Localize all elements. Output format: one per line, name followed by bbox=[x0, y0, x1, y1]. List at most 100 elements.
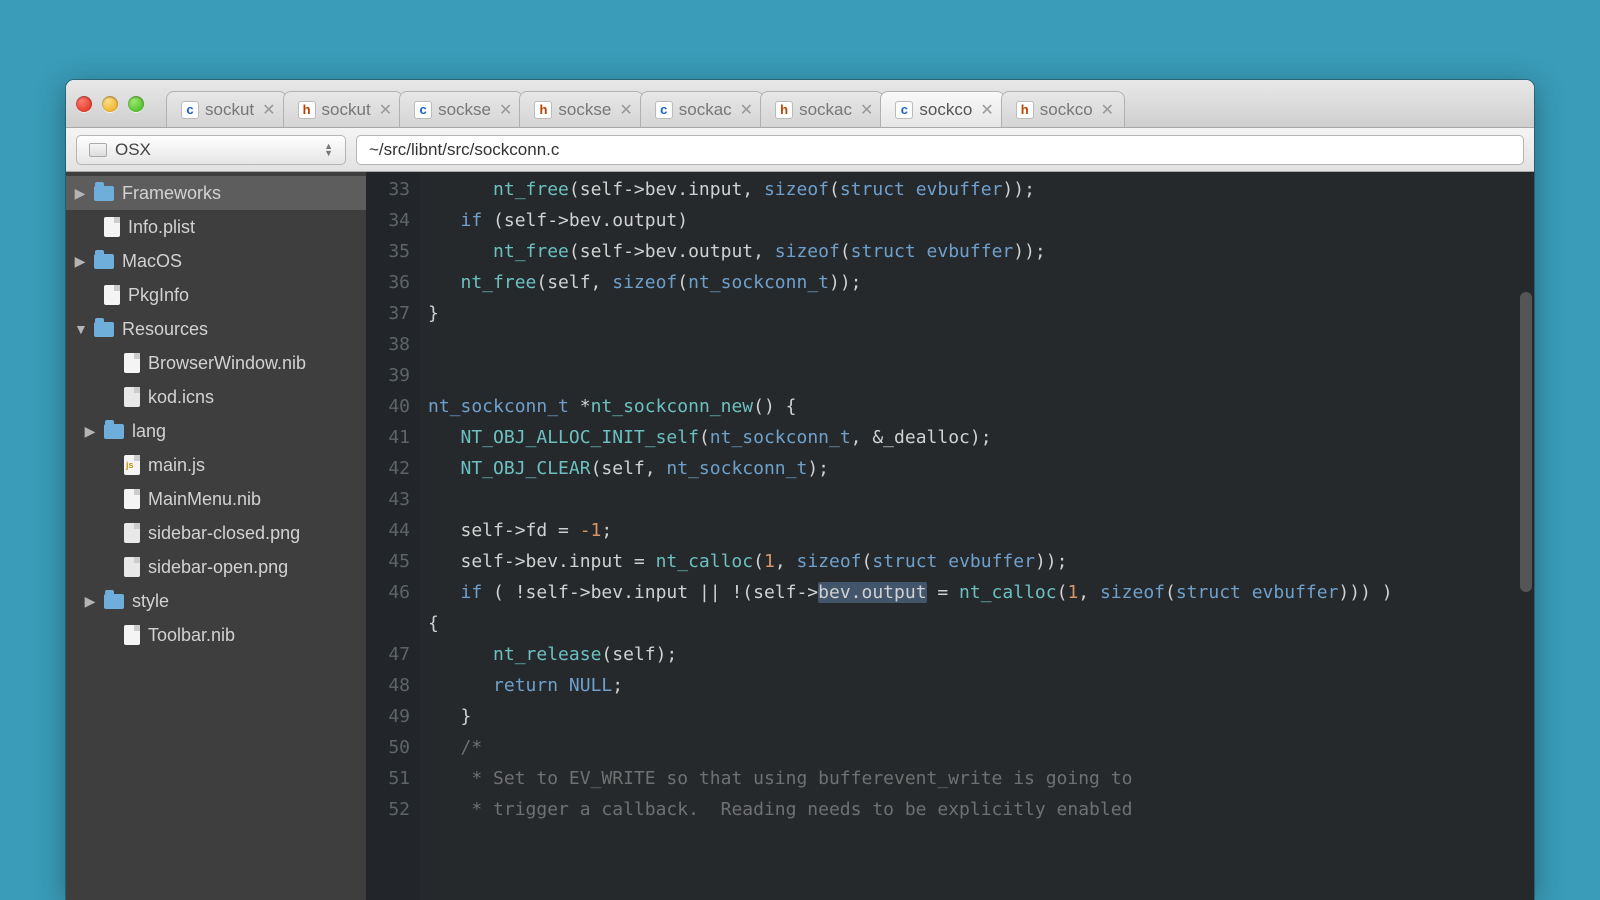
tab-close-icon[interactable]: ✕ bbox=[980, 100, 993, 120]
code-line[interactable]: { bbox=[428, 608, 1526, 639]
code-line[interactable]: /* bbox=[428, 732, 1526, 763]
tab-close-icon[interactable]: ✕ bbox=[499, 100, 512, 120]
scrollbar-track[interactable] bbox=[1520, 182, 1532, 890]
tree-label: MacOS bbox=[122, 251, 182, 272]
tab-sockco[interactable]: csockco✕ bbox=[880, 91, 1004, 127]
code-area[interactable]: nt_free(self->bev.input, sizeof(struct e… bbox=[420, 172, 1534, 900]
line-number: 44 bbox=[366, 515, 410, 546]
sidebar[interactable]: ▶Frameworks▶Info.plist▶MacOS▶PkgInfo▼Res… bbox=[66, 172, 366, 900]
code-line[interactable]: nt_free(self->bev.input, sizeof(struct e… bbox=[428, 174, 1526, 205]
tree-label: Toolbar.nib bbox=[148, 625, 235, 646]
c-file-icon: c bbox=[895, 101, 913, 119]
scrollbar-thumb[interactable] bbox=[1520, 292, 1532, 592]
line-number: 38 bbox=[366, 329, 410, 360]
tree-label: BrowserWindow.nib bbox=[148, 353, 306, 374]
code-line[interactable]: self->bev.input = nt_calloc(1, sizeof(st… bbox=[428, 546, 1526, 577]
code-line[interactable]: * trigger a callback. Reading needs to b… bbox=[428, 794, 1526, 825]
folder-icon bbox=[94, 254, 114, 269]
line-number: 42 bbox=[366, 453, 410, 484]
tree-row[interactable]: ▶main.js bbox=[66, 448, 366, 482]
editor[interactable]: 3334353637383940414243444546474849505152… bbox=[366, 172, 1534, 900]
tab-close-icon[interactable]: ✕ bbox=[740, 100, 753, 120]
code-line[interactable] bbox=[428, 360, 1526, 391]
tab-sockac[interactable]: csockac✕ bbox=[640, 91, 764, 127]
tree-row[interactable]: ▼ Resources bbox=[66, 312, 366, 346]
tab-label: sockut bbox=[205, 100, 254, 120]
code-line[interactable]: nt_free(self->bev.output, sizeof(struct … bbox=[428, 236, 1526, 267]
tree-label: MainMenu.nib bbox=[148, 489, 261, 510]
tab-sockse[interactable]: hsockse✕ bbox=[519, 91, 643, 127]
code-line[interactable]: * Set to EV_WRITE so that using bufferev… bbox=[428, 763, 1526, 794]
code-line[interactable] bbox=[428, 484, 1526, 515]
toolbar: OSX ▲▼ ~/src/libnt/src/sockconn.c bbox=[66, 128, 1534, 172]
line-number: 51 bbox=[366, 763, 410, 794]
scheme-selector[interactable]: OSX ▲▼ bbox=[76, 135, 346, 165]
code-line[interactable]: nt_free(self, sizeof(nt_sockconn_t)); bbox=[428, 267, 1526, 298]
tree-row[interactable]: ▶ MacOS bbox=[66, 244, 366, 278]
folder-icon bbox=[94, 186, 114, 201]
body: ▶Frameworks▶Info.plist▶MacOS▶PkgInfo▼Res… bbox=[66, 172, 1534, 900]
tree-label: Resources bbox=[122, 319, 208, 340]
code-line[interactable]: nt_sockconn_t *nt_sockconn_new() { bbox=[428, 391, 1526, 422]
image-file-icon bbox=[124, 387, 140, 407]
folder-icon bbox=[104, 594, 124, 609]
tab-sockac[interactable]: hsockac✕ bbox=[760, 91, 884, 127]
tree-row[interactable]: ▶BrowserWindow.nib bbox=[66, 346, 366, 380]
tree-row[interactable]: ▶ style bbox=[66, 584, 366, 618]
tree-row[interactable]: ▶MainMenu.nib bbox=[66, 482, 366, 516]
code-line[interactable]: return NULL; bbox=[428, 670, 1526, 701]
minimize-window-icon[interactable] bbox=[102, 96, 118, 112]
code-line[interactable]: NT_OBJ_CLEAR(self, nt_sockconn_t); bbox=[428, 453, 1526, 484]
line-number bbox=[366, 608, 410, 639]
code-line[interactable]: nt_release(self); bbox=[428, 639, 1526, 670]
line-number: 34 bbox=[366, 205, 410, 236]
disclosure-arrow-icon[interactable]: ▼ bbox=[74, 321, 86, 337]
tab-label: sockse bbox=[558, 100, 611, 120]
tab-sockco[interactable]: hsockco✕ bbox=[1001, 91, 1125, 127]
traffic-lights bbox=[76, 96, 144, 112]
path-field[interactable]: ~/src/libnt/src/sockconn.c bbox=[356, 135, 1524, 165]
tab-sockut[interactable]: csockut✕ bbox=[166, 91, 287, 127]
code-line[interactable]: if (self->bev.output) bbox=[428, 205, 1526, 236]
disclosure-arrow-icon[interactable]: ▶ bbox=[74, 185, 86, 202]
tree-label: style bbox=[132, 591, 169, 612]
tab-sockse[interactable]: csockse✕ bbox=[399, 91, 523, 127]
h-file-icon: h bbox=[298, 101, 316, 119]
disclosure-arrow-icon[interactable]: ▶ bbox=[84, 423, 96, 440]
tree-label: Info.plist bbox=[128, 217, 195, 238]
code-line[interactable]: self->fd = -1; bbox=[428, 515, 1526, 546]
zoom-window-icon[interactable] bbox=[128, 96, 144, 112]
code-line[interactable]: } bbox=[428, 701, 1526, 732]
tree-row[interactable]: ▶PkgInfo bbox=[66, 278, 366, 312]
disclosure-arrow-icon[interactable]: ▶ bbox=[74, 253, 86, 270]
tab-bar: csockut✕hsockut✕csockse✕hsockse✕csockac✕… bbox=[166, 80, 1524, 127]
code-line[interactable]: } bbox=[428, 298, 1526, 329]
tab-close-icon[interactable]: ✕ bbox=[262, 100, 275, 120]
tree-row[interactable]: ▶Toolbar.nib bbox=[66, 618, 366, 652]
code-line[interactable] bbox=[428, 329, 1526, 360]
tree-row[interactable]: ▶sidebar-closed.png bbox=[66, 516, 366, 550]
line-number: 43 bbox=[366, 484, 410, 515]
tree-row[interactable]: ▶kod.icns bbox=[66, 380, 366, 414]
tab-close-icon[interactable]: ✕ bbox=[619, 100, 632, 120]
line-number: 41 bbox=[366, 422, 410, 453]
tree-row[interactable]: ▶ lang bbox=[66, 414, 366, 448]
tree-row[interactable]: ▶sidebar-open.png bbox=[66, 550, 366, 584]
tree-row[interactable]: ▶Frameworks bbox=[66, 176, 366, 210]
line-number: 37 bbox=[366, 298, 410, 329]
close-window-icon[interactable] bbox=[76, 96, 92, 112]
code-line[interactable]: if ( !self->bev.input || !(self->bev.out… bbox=[428, 577, 1526, 608]
tree-label: lang bbox=[132, 421, 166, 442]
tab-label: sockut bbox=[322, 100, 371, 120]
tab-close-icon[interactable]: ✕ bbox=[379, 100, 392, 120]
tab-sockut[interactable]: hsockut ✕ bbox=[283, 91, 404, 127]
tab-close-icon[interactable]: ✕ bbox=[860, 100, 873, 120]
file-icon bbox=[124, 353, 140, 373]
tree-label: sidebar-closed.png bbox=[148, 523, 300, 544]
code-line[interactable]: NT_OBJ_ALLOC_INIT_self(nt_sockconn_t, &_… bbox=[428, 422, 1526, 453]
tab-close-icon[interactable]: ✕ bbox=[1101, 100, 1114, 120]
tree-row[interactable]: ▶Info.plist bbox=[66, 210, 366, 244]
stepper-icon[interactable]: ▲▼ bbox=[324, 143, 333, 157]
disclosure-arrow-icon[interactable]: ▶ bbox=[84, 593, 96, 610]
tree-label: main.js bbox=[148, 455, 205, 476]
